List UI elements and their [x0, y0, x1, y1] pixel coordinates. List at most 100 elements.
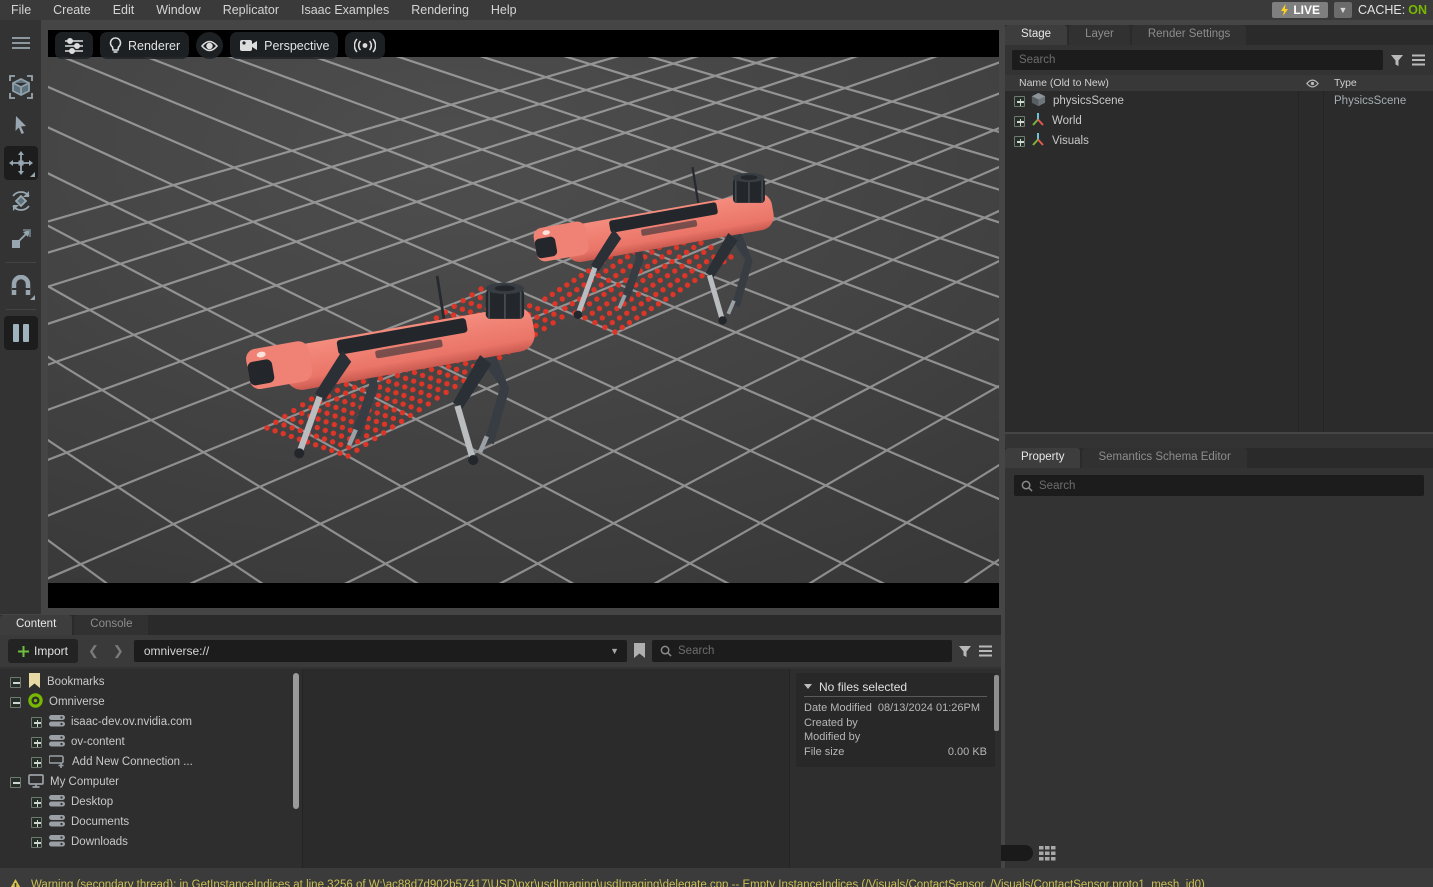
search-icon	[1021, 480, 1033, 492]
tab-content[interactable]: Content	[0, 615, 72, 635]
import-button[interactable]: Import	[8, 639, 78, 663]
tree-item-omniverse[interactable]: Omniverse	[0, 692, 302, 712]
menu-rendering[interactable]: Rendering	[400, 3, 480, 17]
file-grid-area[interactable]	[302, 669, 789, 868]
grid-view-icon[interactable]	[1039, 846, 1056, 861]
renderer-label: Renderer	[128, 39, 180, 53]
tab-stage[interactable]: Stage	[1005, 25, 1067, 45]
snap-tool[interactable]	[4, 269, 38, 303]
column-name[interactable]: Name (Old to New)	[1005, 77, 1299, 89]
prim-name[interactable]: World	[1052, 115, 1299, 127]
detail-file-size: File size0.00 KB	[804, 745, 987, 760]
property-panel: Property Semantics Schema Editor	[1005, 448, 1433, 503]
prim-name[interactable]: physicsScene	[1053, 95, 1299, 107]
content-search-input[interactable]	[678, 645, 944, 657]
status-warning-text[interactable]: Warning (secondary thread): in GetInstan…	[31, 879, 1205, 887]
path-input[interactable]	[134, 644, 602, 658]
details-scrollbar[interactable]	[994, 675, 999, 731]
column-type[interactable]: Type	[1325, 77, 1433, 89]
toolbar-menu-handle[interactable]	[4, 26, 38, 60]
visibility-button[interactable]	[196, 32, 223, 59]
expand-toggle[interactable]	[10, 697, 21, 708]
stage-row-World[interactable]: World	[1005, 111, 1433, 131]
tree-item-bookmarks[interactable]: Bookmarks	[0, 672, 302, 692]
tree-item-downloads[interactable]: Downloads	[0, 832, 302, 852]
broadcast-button[interactable]	[345, 32, 385, 59]
expand-toggle[interactable]	[31, 757, 42, 768]
expand-toggle[interactable]	[31, 817, 42, 828]
menubar: FileCreateEditWindowReplicatorIsaac Exam…	[0, 0, 1433, 20]
warning-icon	[8, 879, 23, 887]
property-search-input[interactable]	[1039, 480, 1417, 492]
expand-toggle[interactable]	[10, 777, 21, 788]
panel-divider[interactable]	[1005, 432, 1433, 434]
renderer-menu-button[interactable]: Renderer	[100, 32, 189, 59]
tab-semantics-schema-editor[interactable]: Semantics Schema Editor	[1082, 448, 1246, 468]
rotate-tool[interactable]	[4, 184, 38, 218]
live-dropdown-chevron[interactable]: ▼	[1334, 2, 1352, 18]
stage-row-physicsScene[interactable]: physicsScenePhysicsScene	[1005, 91, 1433, 111]
server-icon	[49, 734, 65, 747]
tree-item-documents[interactable]: Documents	[0, 812, 302, 832]
expand-toggle[interactable]	[31, 737, 42, 748]
details-fields: Date Modified08/13/2024 01:26PMCreated b…	[804, 701, 987, 759]
move-tool[interactable]	[4, 146, 38, 180]
stage-column-headers[interactable]: Name (Old to New) Type	[1005, 75, 1433, 91]
filter-icon[interactable]	[1390, 54, 1404, 67]
expand-toggle[interactable]	[31, 797, 42, 808]
pause-tool[interactable]	[4, 316, 38, 350]
camera-label: Perspective	[264, 39, 329, 53]
content-body: BookmarksOmniverseisaac-dev.ov.nvidia.co…	[0, 669, 1001, 868]
3d-scene[interactable]	[48, 57, 999, 583]
menu-help[interactable]: Help	[480, 3, 528, 17]
tree-item-isaac-dev-ov-nvidia-com[interactable]: isaac-dev.ov.nvidia.com	[0, 712, 302, 732]
options-menu-icon[interactable]	[1411, 54, 1426, 66]
forward-button[interactable]: ❯	[109, 643, 128, 659]
path-dropdown-chevron[interactable]: ▼	[602, 646, 627, 656]
menu-isaac-examples[interactable]: Isaac Examples	[290, 3, 400, 17]
select-tool[interactable]	[4, 108, 38, 142]
tab-console[interactable]: Console	[74, 615, 148, 635]
viewport[interactable]: Renderer Perspective	[48, 30, 999, 608]
tree-item-ov-content[interactable]: ov-content	[0, 732, 302, 752]
expand-toggle[interactable]	[10, 677, 21, 688]
details-box: No files selected Date Modified08/13/202…	[796, 673, 995, 767]
tab-render-settings[interactable]: Render Settings	[1132, 25, 1246, 45]
column-divider[interactable]	[1323, 91, 1324, 432]
menu-replicator[interactable]: Replicator	[212, 3, 290, 17]
camera-menu-button[interactable]: Perspective	[230, 32, 338, 59]
stage-search-input[interactable]	[1012, 50, 1383, 70]
stage-row-Visuals[interactable]: Visuals	[1005, 131, 1433, 151]
bookmark-icon[interactable]	[633, 643, 646, 659]
expand-toggle[interactable]	[31, 837, 42, 848]
menu-window[interactable]: Window	[145, 3, 211, 17]
tree-item-my-computer[interactable]: My Computer	[0, 772, 302, 792]
tab-layer[interactable]: Layer	[1069, 25, 1130, 45]
filter-icon[interactable]	[958, 645, 972, 658]
frame-selection-tool[interactable]	[4, 70, 38, 104]
tree-scrollbar[interactable]	[293, 673, 299, 809]
tree-item-label: Add New Connection ...	[72, 756, 193, 768]
expand-toggle[interactable]	[1014, 136, 1025, 147]
details-header[interactable]: No files selected	[804, 677, 987, 697]
viewport-settings-button[interactable]	[55, 32, 93, 59]
expand-toggle[interactable]	[1014, 96, 1025, 107]
live-button[interactable]: LIVE	[1272, 2, 1328, 18]
frame-cube-icon	[8, 74, 34, 100]
tree-item-desktop[interactable]: Desktop	[0, 792, 302, 812]
prim-name[interactable]: Visuals	[1052, 135, 1299, 147]
menu-edit[interactable]: Edit	[102, 3, 146, 17]
expand-toggle[interactable]	[1014, 116, 1025, 127]
expand-toggle[interactable]	[31, 717, 42, 728]
tab-property[interactable]: Property	[1005, 448, 1080, 468]
scale-tool[interactable]	[4, 222, 38, 256]
menu-file[interactable]: File	[0, 3, 42, 17]
viewport-toolbar: Renderer Perspective	[55, 32, 385, 59]
tree-item-add-new-connection[interactable]: Add New Connection ...	[0, 752, 302, 772]
details-pane: No files selected Date Modified08/13/202…	[789, 669, 1001, 868]
menu-create[interactable]: Create	[42, 3, 102, 17]
path-bar[interactable]: ▼	[134, 640, 627, 662]
column-divider[interactable]	[1298, 91, 1299, 432]
options-menu-icon[interactable]	[978, 645, 993, 657]
back-button[interactable]: ❮	[84, 643, 103, 659]
